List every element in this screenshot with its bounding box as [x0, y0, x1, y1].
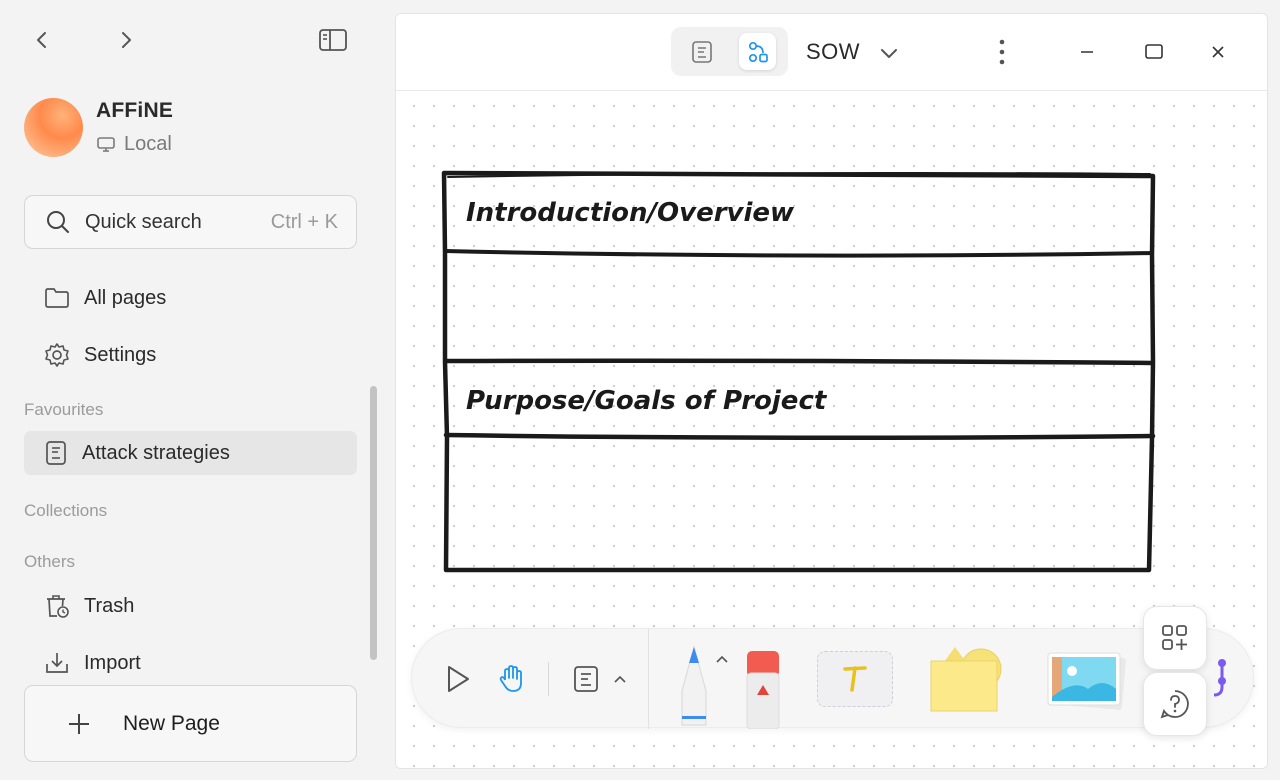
sidebar-item-import[interactable]: Import	[24, 641, 357, 685]
sidebar-item-label: Import	[84, 651, 141, 674]
edgeless-canvas[interactable]: Introduction/Overview Purpose/Goals of P…	[396, 92, 1267, 768]
help-icon	[1160, 690, 1189, 719]
sidebar-item-settings[interactable]: Settings	[24, 333, 357, 377]
favourite-item-attack-strategies[interactable]: Attack strategies	[24, 431, 357, 475]
note-tool-button[interactable]	[566, 659, 606, 699]
back-button[interactable]	[27, 26, 57, 54]
table-divider-1	[443, 249, 1154, 258]
quick-search-label: Quick search	[85, 210, 202, 233]
connector-tool-button[interactable]	[1208, 657, 1234, 703]
note-options-button[interactable]	[610, 669, 630, 689]
import-icon	[46, 653, 68, 673]
folder-icon	[45, 288, 69, 308]
window-minimize-button[interactable]	[1069, 36, 1105, 68]
editor-pane: SOW Introduction/Overview Purpose/Goals …	[395, 13, 1268, 769]
sidebar-item-all-pages[interactable]: All pages	[24, 276, 357, 320]
hand-icon	[499, 665, 522, 692]
sketch-heading-introduction[interactable]: Introduction/Overview	[466, 198, 795, 228]
gear-icon	[45, 343, 69, 367]
sidebar-scrollbar[interactable]	[370, 386, 377, 660]
chevron-left-icon	[37, 32, 46, 48]
chevron-right-icon	[122, 32, 131, 48]
window-close-button[interactable]	[1200, 36, 1236, 68]
pen-tool-button[interactable]	[674, 641, 714, 729]
workspace-type: Local	[96, 133, 172, 156]
trash-icon	[47, 595, 69, 618]
workspace-card[interactable]: AFFiNE Local	[24, 97, 344, 159]
select-tool-button[interactable]	[440, 661, 476, 697]
page-icon	[691, 40, 712, 63]
toolbar-divider	[548, 662, 549, 696]
section-collections: Collections	[24, 501, 108, 520]
editor-header: SOW	[396, 14, 1267, 91]
edgeless-icon	[748, 41, 768, 62]
select-icon	[448, 666, 469, 692]
quick-search-shortcut: Ctrl + K	[270, 210, 338, 233]
table-divider-2	[443, 358, 1155, 366]
close-icon	[1212, 46, 1224, 58]
note-icon	[574, 666, 598, 692]
eraser-tool-button[interactable]	[744, 647, 782, 729]
title-menu-button[interactable]	[876, 40, 902, 66]
table-outline	[441, 170, 1156, 573]
sidebar-panel-icon	[319, 29, 347, 51]
text-icon	[843, 666, 867, 692]
sidebar: AFFiNE Local Quick search Ctrl + K All p…	[0, 0, 384, 780]
sidebar-toggle-button[interactable]	[316, 26, 350, 54]
more-options-button[interactable]	[992, 36, 1012, 68]
table-divider-3	[443, 432, 1156, 441]
image-tool-button[interactable]	[1044, 649, 1128, 715]
help-button[interactable]	[1143, 672, 1207, 736]
new-page-label: New Page	[123, 711, 220, 735]
pen-icon	[681, 644, 707, 726]
workspace-avatar	[24, 98, 83, 157]
sketch-table[interactable]: Introduction/Overview Purpose/Goals of P…	[436, 167, 1166, 587]
page-mode-button[interactable]	[683, 33, 720, 70]
sidebar-item-label: Trash	[84, 594, 135, 617]
section-others: Others	[24, 552, 76, 571]
image-icon	[1047, 652, 1126, 710]
search-icon	[47, 211, 69, 233]
section-favourites: Favourites	[24, 400, 104, 419]
shape-tool-button[interactable]	[927, 643, 1007, 715]
chevron-down-icon	[881, 49, 897, 58]
sidebar-item-trash[interactable]: Trash	[24, 584, 357, 628]
minimize-icon	[1081, 51, 1093, 53]
document-title[interactable]: SOW	[806, 39, 860, 65]
pen-options-button[interactable]	[712, 649, 732, 669]
mode-switch	[671, 27, 788, 76]
plus-icon	[69, 713, 89, 734]
chevron-up-icon	[716, 655, 728, 663]
forward-button[interactable]	[111, 26, 141, 54]
edgeless-toolbar	[411, 628, 1254, 729]
shape-icon	[930, 647, 1002, 712]
toolbar-separator	[648, 629, 649, 729]
templates-button[interactable]	[1143, 606, 1207, 670]
new-page-button[interactable]: New Page	[24, 685, 357, 762]
computer-icon	[97, 136, 115, 152]
workspace-type-label: Local	[124, 133, 172, 155]
sidebar-item-label: Settings	[84, 343, 157, 366]
window-maximize-button[interactable]	[1136, 36, 1172, 68]
chevron-up-icon	[614, 675, 626, 683]
grid-plus-icon	[1162, 625, 1187, 650]
page-icon	[46, 441, 66, 465]
eraser-icon	[746, 651, 780, 729]
sidebar-item-label: All pages	[84, 286, 167, 309]
edgeless-mode-button[interactable]	[739, 33, 776, 70]
connector-icon	[1213, 659, 1226, 697]
more-vertical-icon	[999, 39, 1005, 65]
text-tool-button[interactable]	[817, 651, 893, 707]
sketch-heading-purpose[interactable]: Purpose/Goals of Project	[466, 386, 828, 416]
hand-tool-button[interactable]	[492, 659, 532, 699]
quick-search-button[interactable]: Quick search Ctrl + K	[24, 195, 357, 249]
sidebar-item-label: Attack strategies	[82, 441, 230, 464]
workspace-name: AFFiNE	[96, 99, 174, 122]
maximize-icon	[1145, 44, 1163, 59]
